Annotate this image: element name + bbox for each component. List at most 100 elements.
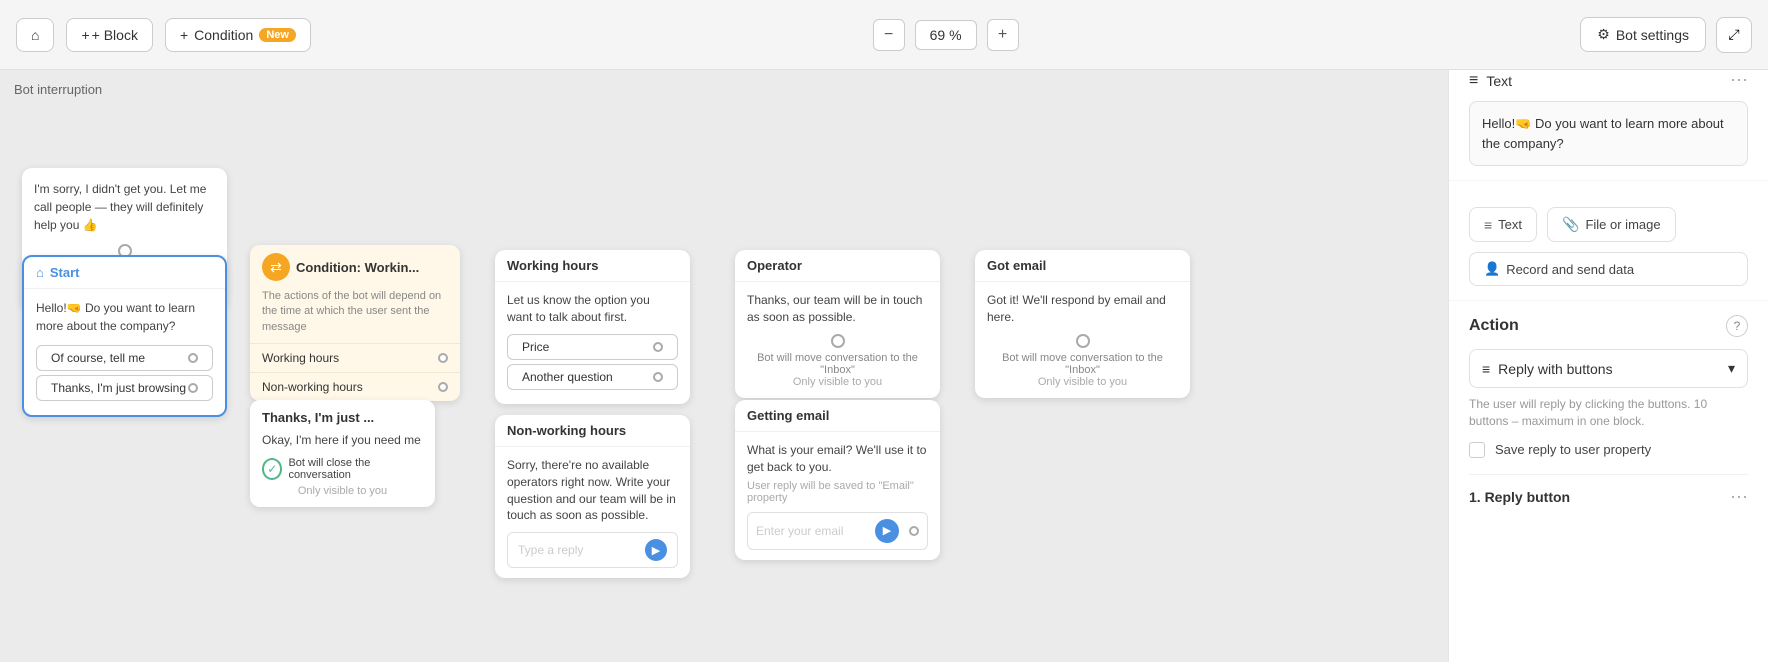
getting-email-title: Getting email	[747, 408, 829, 423]
thanks-footer-sub: Only visible to you	[262, 485, 423, 497]
canvas: Bot interruption I'm sorry, I didn't get…	[0, 70, 1448, 662]
operator-footer: Bot will move conversation to the "Inbox…	[747, 352, 928, 388]
add-block-button[interactable]: + + Block	[66, 18, 153, 52]
non-working-hours-node: Non-working hours Sorry, there're no ava…	[495, 415, 690, 578]
list-icon: ≡	[1482, 361, 1490, 377]
condition-row-2: Non-working hours	[250, 372, 460, 401]
home-icon: ⌂	[31, 27, 39, 43]
text-label: Text	[1486, 73, 1512, 89]
add-file-button[interactable]: 📎 File or image	[1547, 207, 1676, 242]
block-label: + Block	[92, 27, 138, 43]
action-desc: The user will reply by clicking the butt…	[1469, 396, 1748, 430]
condition-desc: The actions of the bot will depend on th…	[250, 285, 460, 343]
save-property-checkbox[interactable]	[1469, 442, 1485, 458]
working-btn1[interactable]: Price	[507, 334, 678, 360]
nonworking-connector	[438, 382, 448, 392]
record-send-button[interactable]: 👤 Record and send data	[1469, 252, 1748, 286]
getting-email-body: What is your email? We'll use it to get …	[735, 432, 940, 560]
message-box[interactable]: Hello!🤜 Do you want to learn more about …	[1469, 101, 1748, 166]
operator-node: Operator Thanks, our team will be in tou…	[735, 250, 940, 398]
operator-header: Operator	[735, 250, 940, 282]
reply-button-label: 1. Reply button	[1469, 489, 1570, 505]
zoom-minus-icon: −	[884, 26, 893, 44]
got-email-connector	[1076, 334, 1090, 348]
operator-message: Thanks, our team will be in touch as soo…	[747, 292, 928, 326]
add-file-label: File or image	[1585, 217, 1660, 232]
add-text-button[interactable]: ≡ Text	[1469, 207, 1537, 242]
working-message: Let us know the option you want to talk …	[507, 292, 678, 326]
start-home-icon: ⌂	[36, 265, 44, 280]
thanks-footer: Bot will close the conversation	[288, 457, 423, 481]
plus-icon: +	[81, 27, 89, 43]
dropdown-label-row: ≡ Reply with buttons	[1482, 361, 1613, 377]
zoom-out-button[interactable]: −	[873, 19, 905, 51]
bot-settings-label: Bot settings	[1616, 27, 1689, 43]
operator-title: Operator	[747, 258, 802, 273]
condition-badge: New	[259, 28, 296, 42]
getting-email-node: Getting email What is your email? We'll …	[735, 400, 940, 560]
working-title: Working hours	[507, 258, 598, 273]
start-title: Start	[50, 265, 80, 280]
working-hours-header: Working hours	[495, 250, 690, 282]
add-text-label: Text	[1498, 217, 1522, 232]
condition-header: ⇄ Condition: Workin...	[250, 245, 460, 285]
reply-button-row: 1. Reply button ⋯	[1469, 487, 1748, 508]
bot-settings-button[interactable]: ⚙ Bot settings	[1580, 17, 1706, 52]
working-btn2[interactable]: Another question	[507, 364, 678, 390]
text-more-button[interactable]: ⋯	[1730, 70, 1748, 91]
thanks-title: Thanks, I'm just ...	[262, 410, 423, 425]
bot-interruption-label: Bot interruption	[14, 82, 102, 97]
thanks-message: Okay, I'm here if you need me	[262, 433, 423, 447]
got-email-body: Got it! We'll respond by email and here.…	[975, 282, 1190, 398]
zoom-level: 69 %	[915, 20, 977, 50]
zoom-controls: − 69 % +	[323, 19, 1568, 51]
expand-icon: ⤢	[1728, 26, 1739, 43]
non-working-placeholder: Type a reply	[518, 543, 583, 557]
email-connector-dot	[909, 526, 919, 536]
home-button[interactable]: ⌂	[16, 18, 54, 52]
working-btn2-dot	[653, 372, 663, 382]
got-email-footer: Bot will move conversation to the "Inbox…	[987, 352, 1178, 388]
reply-button-more[interactable]: ⋯	[1730, 487, 1748, 508]
record-label: Record and send data	[1506, 262, 1634, 277]
toolbar-right: ⚙ Bot settings ⤢	[1580, 17, 1752, 53]
dropdown-text: Reply with buttons	[1498, 361, 1612, 377]
record-icon: 👤	[1484, 261, 1500, 277]
working-connector	[438, 353, 448, 363]
clip-icon: 📎	[1562, 216, 1579, 233]
operator-body: Thanks, our team will be in touch as soo…	[735, 282, 940, 398]
working-btn1-dot	[653, 342, 663, 352]
action-help-icon[interactable]: ?	[1726, 315, 1748, 337]
got-email-message: Got it! We'll respond by email and here.	[987, 292, 1178, 326]
start-node-body: Hello!🤜 Do you want to learn more about …	[24, 289, 225, 415]
start-node: ⌂ Start Hello!🤜 Do you want to learn mor…	[22, 255, 227, 417]
start-btn1[interactable]: Of course, tell me	[36, 345, 213, 371]
getting-email-message: What is your email? We'll use it to get …	[747, 442, 928, 476]
text-section: ≡ Text ⋯ Hello!🤜 Do you want to learn mo…	[1449, 56, 1768, 181]
condition-icon: ⇄	[262, 253, 290, 281]
start-node-header: ⌂ Start	[24, 257, 225, 289]
zoom-in-button[interactable]: +	[987, 19, 1019, 51]
add-condition-button[interactable]: + Condition New	[165, 18, 311, 52]
right-panel: Start ? ≡ Text ⋯ Hello!🤜 Do you want to …	[1448, 0, 1768, 662]
gear-icon: ⚙	[1597, 26, 1610, 43]
thanks-body: Thanks, I'm just ... Okay, I'm here if y…	[250, 400, 435, 507]
start-message: Hello!🤜 Do you want to learn more about …	[36, 299, 213, 335]
chevron-down-icon: ▾	[1728, 360, 1735, 377]
start-btn2[interactable]: Thanks, I'm just browsing	[36, 375, 213, 401]
add-content-row: ≡ Text 📎 File or image	[1469, 207, 1748, 242]
send-icon: ▶	[645, 539, 667, 561]
got-email-header: Got email	[975, 250, 1190, 282]
action-header: Action ?	[1469, 315, 1748, 337]
text-lines-icon: ≡	[1469, 72, 1478, 90]
working-hours-node: Working hours Let us know the option you…	[495, 250, 690, 404]
save-property-label: Save reply to user property	[1495, 442, 1651, 457]
text-section-header: ≡ Text ⋯	[1469, 70, 1748, 91]
expand-button[interactable]: ⤢	[1716, 17, 1752, 53]
add-content-section: ≡ Text 📎 File or image 👤 Record and send…	[1449, 181, 1768, 301]
reply-dropdown[interactable]: ≡ Reply with buttons ▾	[1469, 349, 1748, 388]
action-title: Action	[1469, 317, 1519, 335]
non-working-title: Non-working hours	[507, 423, 626, 438]
thanks-node: Thanks, I'm just ... Okay, I'm here if y…	[250, 400, 435, 507]
condition-row-1: Working hours	[250, 343, 460, 372]
